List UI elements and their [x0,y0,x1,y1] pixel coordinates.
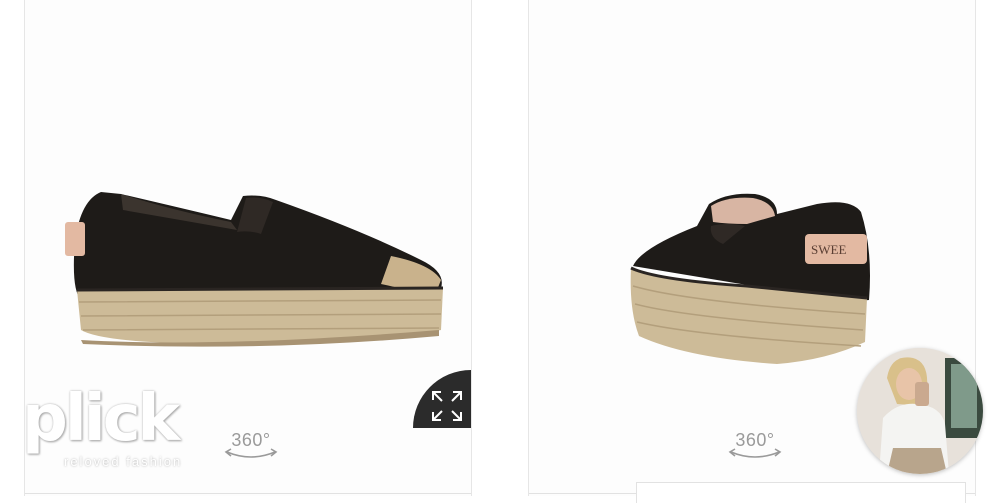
product-info-card [636,482,966,503]
selfie-video-bubble[interactable] [857,348,983,474]
rotate-360-button-right[interactable]: 360° [725,430,785,464]
shoe-image-rear: SWEE [630,193,870,364]
expand-arrows-icon [432,391,462,421]
rotate-360-button-left[interactable]: 360° [221,430,281,464]
plick-logo: plick reloved fashion [20,382,200,478]
panel-divider [25,493,471,494]
rotate-arrow-icon [728,448,782,458]
selfie-video-thumbnail [857,348,983,474]
rotate-arrow-icon [224,448,278,458]
shoe-image-side [65,192,444,347]
heel-tab-text: SWEE [811,242,846,257]
logo-tagline: reloved fashion [64,454,183,469]
heel-tab [65,222,85,256]
logo-word: plick [22,382,180,456]
